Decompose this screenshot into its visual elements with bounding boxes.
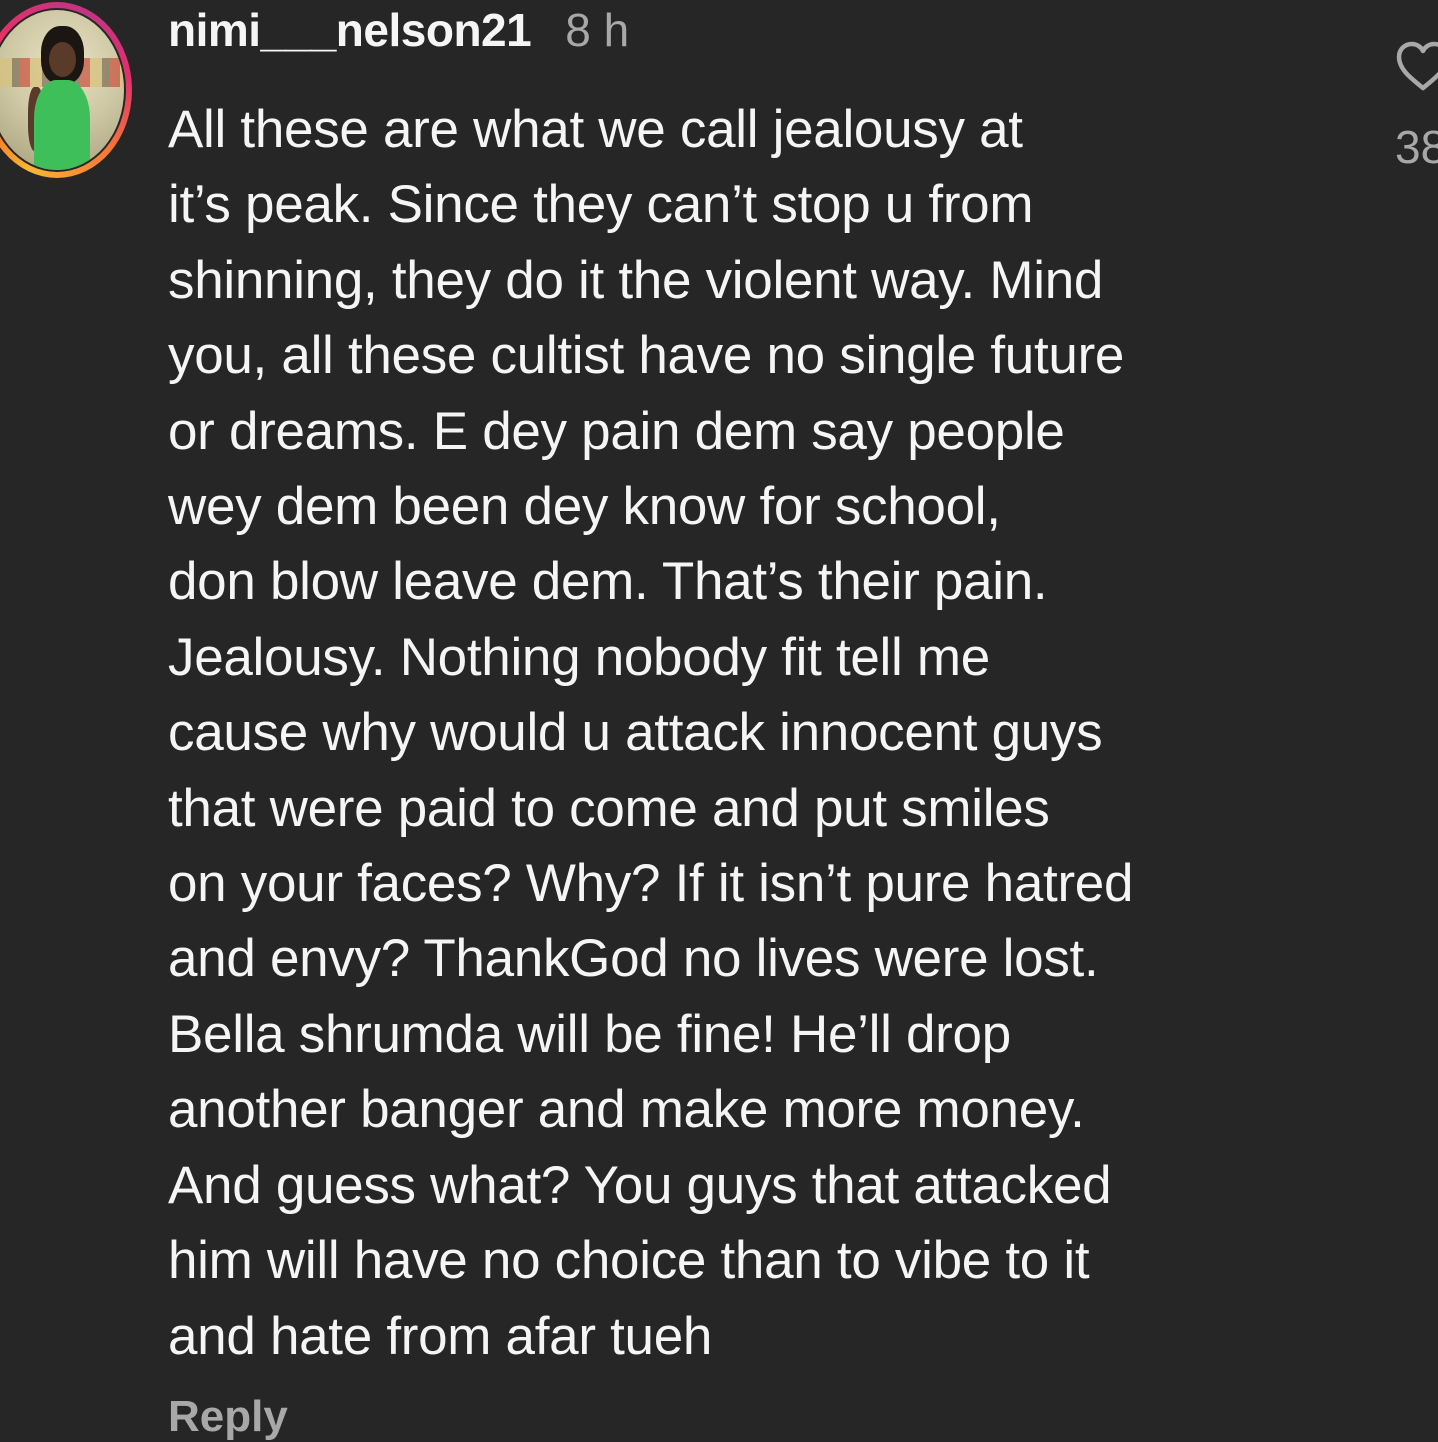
avatar-body [34, 80, 91, 170]
heart-outline-icon[interactable] [1393, 38, 1438, 94]
comment-header: nimi___nelson21 8 h [168, 2, 629, 58]
avatar-face [48, 42, 76, 78]
comment-body: All these are what we call jealousy at i… [168, 100, 1134, 1366]
like-count: 38 [1395, 121, 1438, 173]
avatar-story-ring[interactable] [0, 2, 132, 178]
comment-timestamp: 8 h [565, 4, 630, 56]
username-link[interactable]: nimi___nelson21 [168, 3, 532, 57]
reply-button[interactable]: Reply [168, 1392, 288, 1442]
